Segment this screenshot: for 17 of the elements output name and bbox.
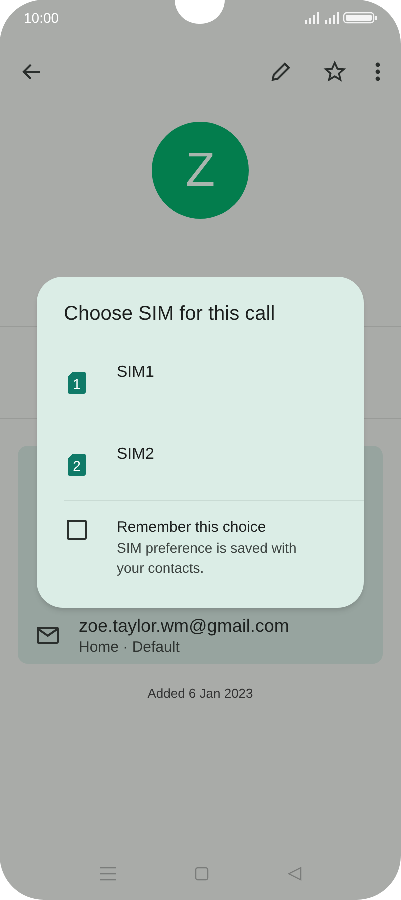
edit-pencil-icon[interactable]	[269, 60, 293, 84]
sim-card-icon: 1	[68, 372, 86, 394]
checkbox[interactable]	[67, 520, 87, 540]
more-options-icon[interactable]	[375, 62, 381, 82]
email-label: Home · Default	[79, 638, 181, 658]
added-date: Added 6 Jan 2023	[148, 685, 254, 703]
star-icon[interactable]	[323, 60, 347, 84]
mail-icon	[36, 626, 60, 646]
remember-description: SIM preference is saved with your contacts.	[117, 539, 298, 578]
status-time: 10:00	[24, 8, 60, 28]
remember-label: Remember this choice	[117, 518, 268, 538]
dialog-title: Choose SIM for this call	[64, 302, 276, 327]
email-address[interactable]: zoe.taylor.wm@gmail.com	[79, 614, 290, 638]
sim-option[interactable]: 1 SIM1	[37, 341, 364, 423]
sim-option[interactable]: 2 SIM2	[37, 423, 364, 505]
sim-card-icon: 2	[68, 454, 86, 476]
signal-and-battery-icon	[305, 12, 377, 24]
